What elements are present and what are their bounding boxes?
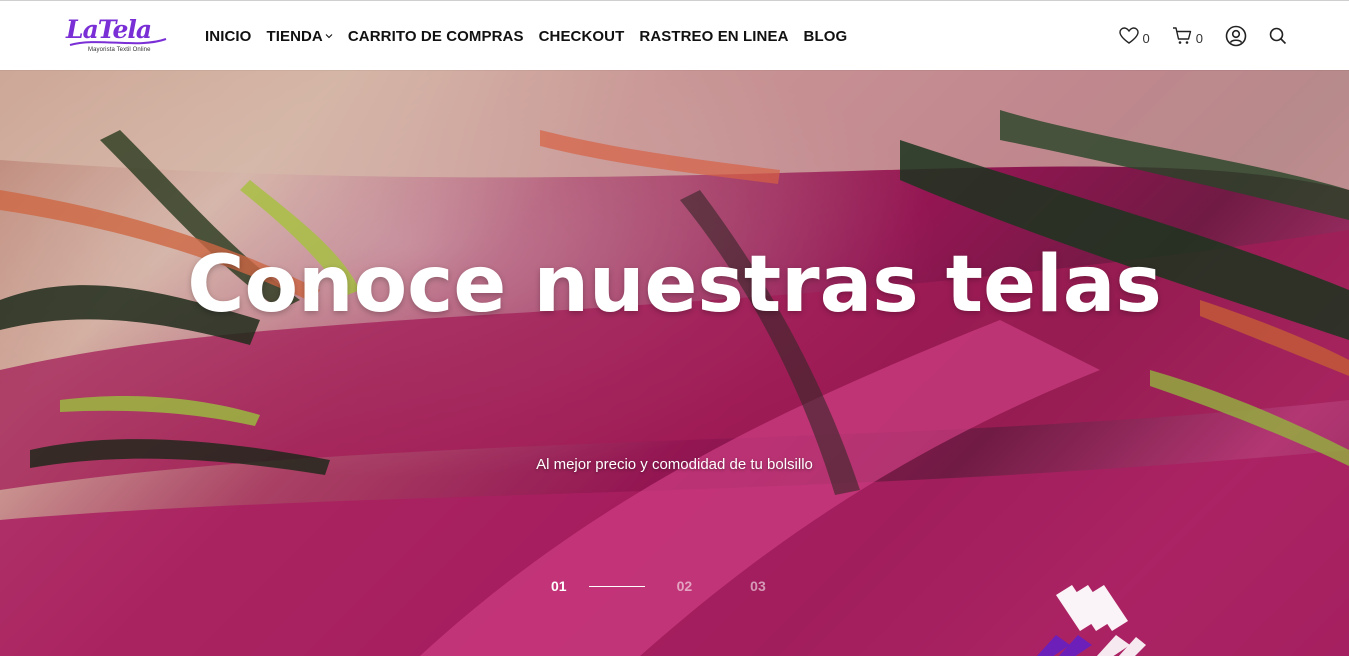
nav-item-carrito[interactable]: CARRITO DE COMPRAS — [348, 28, 524, 45]
slider-pagination: 01 02 03 — [551, 578, 766, 594]
nav-item-rastreo[interactable]: RASTREO EN LINEA — [639, 28, 788, 45]
nav-item-inicio[interactable]: INICIO — [205, 28, 251, 45]
hero-overlay — [0, 70, 1349, 656]
heart-icon — [1118, 27, 1139, 44]
nav-item-tienda[interactable]: TIENDA — [266, 27, 333, 45]
user-icon — [1225, 25, 1247, 47]
cart-button[interactable]: 0 — [1172, 27, 1203, 45]
slide-dot-3[interactable]: 03 — [750, 578, 766, 594]
nav-item-label: INICIO — [205, 27, 252, 45]
brand-logo[interactable]: LaTela Mayorista Textil Online — [66, 15, 170, 57]
nav-item-blog[interactable]: BLOG — [804, 28, 848, 45]
main-nav: INICIO TIENDA CARRITO DE COMPRAS CHECKOU… — [205, 1, 862, 71]
hero-slider: Conoce nuestras telas Al mejor precio y … — [0, 70, 1349, 656]
nav-item-label: CHECKOUT — [538, 27, 625, 45]
nav-item-checkout[interactable]: CHECKOUT — [539, 28, 625, 45]
hero-title: Conoce nuestras telas — [187, 240, 1162, 330]
site-header: LaTela Mayorista Textil Online INICIO TI… — [0, 0, 1349, 70]
chevron-down-icon — [325, 34, 333, 39]
wishlist-button[interactable]: 0 — [1118, 27, 1150, 46]
slide-dot-2[interactable]: 02 — [677, 578, 693, 594]
brand-tagline: Mayorista Textil Online — [88, 47, 151, 53]
hero-subtitle: Al mejor precio y comodidad de tu bolsil… — [536, 456, 813, 473]
header-tools: 0 0 — [1097, 1, 1287, 71]
search-button[interactable] — [1269, 27, 1287, 45]
cart-count: 0 — [1195, 31, 1203, 46]
wishlist-count: 0 — [1142, 31, 1150, 46]
account-button[interactable] — [1225, 25, 1247, 47]
nav-item-label: TIENDA — [266, 27, 323, 45]
slide-dot-1[interactable]: 01 — [551, 578, 567, 594]
nav-item-label: CARRITO DE COMPRAS — [347, 27, 524, 45]
corner-brand-mark-icon — [1036, 585, 1146, 656]
search-icon — [1269, 27, 1287, 45]
slide-progress-line — [588, 585, 645, 587]
nav-item-label: RASTREO EN LINEA — [639, 27, 789, 45]
cart-icon — [1172, 27, 1191, 44]
nav-item-label: BLOG — [803, 27, 848, 45]
